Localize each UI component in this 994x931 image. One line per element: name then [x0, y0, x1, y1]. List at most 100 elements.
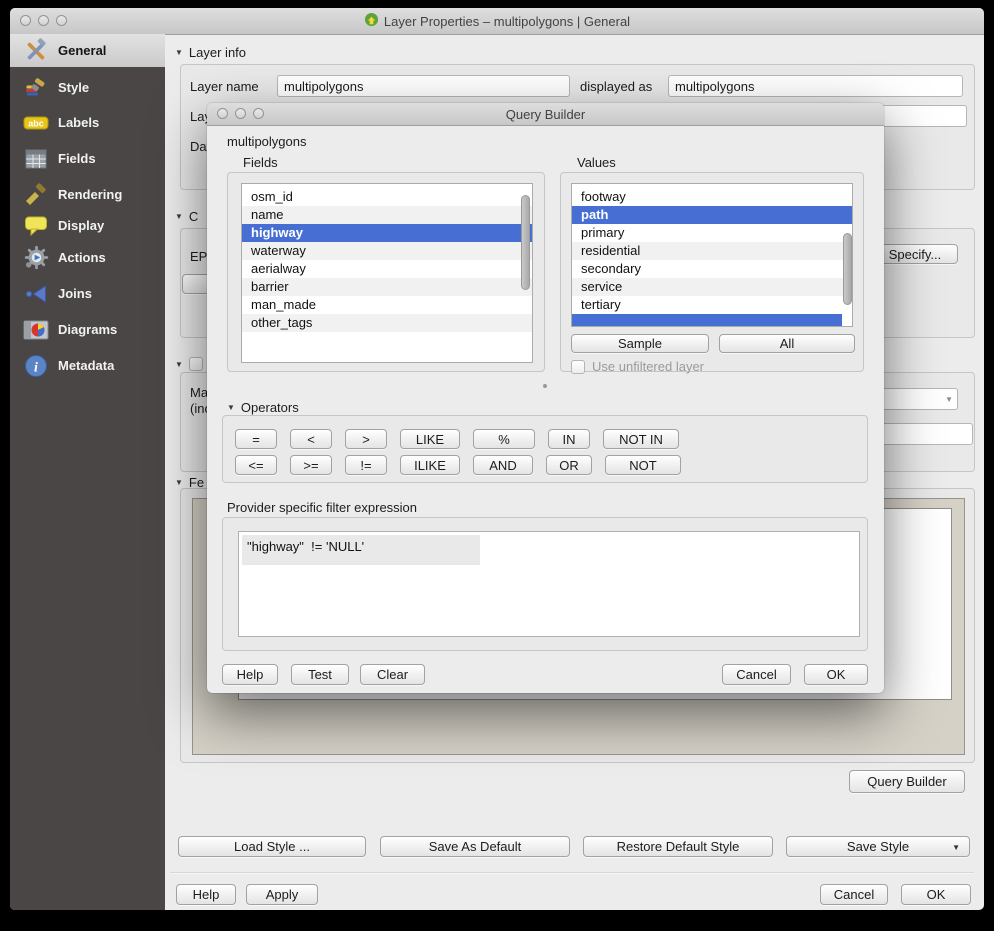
- help-button[interactable]: Help: [176, 884, 236, 905]
- save-as-default-button[interactable]: Save As Default: [380, 836, 570, 857]
- fields-scrollbar-thumb[interactable]: [521, 195, 530, 290]
- sidebar-item-display[interactable]: Display: [10, 209, 165, 242]
- crs-header[interactable]: ▼ C: [175, 209, 198, 224]
- query-builder-titlebar[interactable]: Query Builder: [207, 103, 884, 126]
- qb-test-button[interactable]: Test: [291, 664, 349, 685]
- operator-button-not[interactable]: NOT: [605, 455, 681, 475]
- values-scrollbar-thumb[interactable]: [843, 233, 852, 305]
- fields-scrollbar[interactable]: [520, 185, 531, 361]
- sidebar-item-label: Actions: [58, 250, 106, 265]
- list-item-other_tags[interactable]: other_tags: [242, 314, 532, 332]
- ok-button[interactable]: OK: [901, 884, 971, 905]
- close-button[interactable]: [217, 108, 228, 119]
- zoom-button[interactable]: [253, 108, 264, 119]
- query-builder-button[interactable]: Query Builder: [849, 770, 965, 793]
- qb-cancel-button[interactable]: Cancel: [722, 664, 791, 685]
- operator-button-or[interactable]: OR: [546, 455, 592, 475]
- operator-button-and[interactable]: AND: [473, 455, 533, 475]
- qb-help-button[interactable]: Help: [222, 664, 278, 685]
- operators-header-label: Operators: [241, 400, 299, 415]
- sidebar-item-label: Joins: [58, 286, 92, 301]
- operators-row-1: = < > LIKE% IN NOT IN: [235, 429, 679, 449]
- list-item-secondary[interactable]: secondary: [572, 260, 852, 278]
- qb-ok-button-label: OK: [827, 667, 846, 682]
- sidebar-item-rendering[interactable]: Rendering: [10, 178, 165, 211]
- list-item-aerialway[interactable]: aerialway: [242, 260, 532, 278]
- sidebar-item-style[interactable]: Style: [10, 71, 165, 104]
- close-button[interactable]: [20, 15, 31, 26]
- sidebar-item-label: Display: [58, 218, 104, 233]
- filter-groupbox: "highway" != 'NULL': [222, 517, 868, 651]
- operator-button-<=[interactable]: <=: [235, 455, 277, 475]
- operator-button-=[interactable]: =: [235, 429, 277, 449]
- splitter-handle[interactable]: [543, 384, 547, 388]
- values-label: Values: [577, 155, 616, 170]
- list-item-name[interactable]: name: [242, 206, 532, 224]
- list-item-barrier[interactable]: barrier: [242, 278, 532, 296]
- list-item-man_made[interactable]: man_made: [242, 296, 532, 314]
- sample-button[interactable]: Sample: [571, 334, 709, 353]
- sidebar-item-diagrams[interactable]: Diagrams: [10, 313, 165, 346]
- sidebar-item-actions[interactable]: Actions: [10, 241, 165, 274]
- sidebar-item-joins[interactable]: Joins: [10, 277, 165, 310]
- fields-groupbox: osm_idnamehighwaywaterwayaerialwaybarrie…: [227, 172, 545, 372]
- list-item-primary[interactable]: primary: [572, 224, 852, 242]
- main-window-title-text: Layer Properties – multipolygons | Gener…: [384, 14, 630, 29]
- query-builder-title-text: Query Builder: [506, 107, 585, 122]
- list-item-residential[interactable]: residential: [572, 242, 852, 260]
- displayed-as-input[interactable]: [668, 75, 963, 97]
- operator-button-in[interactable]: IN: [548, 429, 590, 449]
- qb-clear-button[interactable]: Clear: [360, 664, 425, 685]
- list-item-osm_id[interactable]: osm_id: [242, 188, 532, 206]
- specify-crs-button[interactable]: Specify...: [872, 244, 958, 264]
- load-style-button[interactable]: Load Style ...: [178, 836, 366, 857]
- values-partial-selected-row[interactable]: [572, 314, 842, 326]
- list-item-footway[interactable]: footway: [572, 188, 852, 206]
- cancel-button[interactable]: Cancel: [820, 884, 888, 905]
- list-item-path[interactable]: path: [572, 206, 852, 224]
- list-item-service[interactable]: service: [572, 278, 852, 296]
- apply-button[interactable]: Apply: [246, 884, 318, 905]
- bottom-divider: [170, 872, 974, 874]
- list-item-tertiary[interactable]: tertiary: [572, 296, 852, 314]
- table-icon: [22, 146, 50, 172]
- sidebar: General Style abcLabelsFieldsRendering Disp…: [10, 34, 165, 910]
- operator-button-<[interactable]: <: [290, 429, 332, 449]
- layer-name-input[interactable]: [277, 75, 570, 97]
- speech-bubble-icon: [22, 213, 50, 239]
- layer-info-header[interactable]: ▼ Layer info: [175, 45, 246, 60]
- use-unfiltered-checkbox[interactable]: [571, 360, 585, 374]
- sidebar-item-metadata[interactable]: iMetadata: [10, 349, 165, 382]
- minimize-button[interactable]: [38, 15, 49, 26]
- operator-button->=[interactable]: >=: [290, 455, 332, 475]
- operators-header[interactable]: ▼ Operators: [227, 400, 299, 415]
- main-window-title: Layer Properties – multipolygons | Gener…: [364, 12, 630, 30]
- join-arrow-icon: [22, 281, 50, 307]
- sidebar-item-fields[interactable]: Fields: [10, 142, 165, 175]
- minimize-button[interactable]: [235, 108, 246, 119]
- query-builder-dialog: Query Builder multipolygons Fields Value…: [207, 103, 884, 693]
- all-button[interactable]: All: [719, 334, 855, 353]
- filter-expression-textarea[interactable]: "highway" != 'NULL': [238, 531, 860, 637]
- list-item-waterway[interactable]: waterway: [242, 242, 532, 260]
- operator-button-like[interactable]: LIKE: [400, 429, 460, 449]
- operator-button-%[interactable]: %: [473, 429, 535, 449]
- zoom-button[interactable]: [56, 15, 67, 26]
- values-scrollbar[interactable]: [842, 185, 853, 325]
- operator-button->[interactable]: >: [345, 429, 387, 449]
- sidebar-item-general[interactable]: General: [10, 34, 165, 67]
- operator-button-!=[interactable]: !=: [345, 455, 387, 475]
- operator-button-ilike[interactable]: ILIKE: [400, 455, 460, 475]
- main-titlebar[interactable]: Layer Properties – multipolygons | Gener…: [10, 8, 984, 35]
- sidebar-item-label: Style: [58, 80, 89, 95]
- operator-button-not-in[interactable]: NOT IN: [603, 429, 679, 449]
- qb-ok-button[interactable]: OK: [804, 664, 868, 685]
- save-style-button[interactable]: Save Style ▼: [786, 836, 970, 857]
- sidebar-item-labels[interactable]: abcLabels: [10, 106, 165, 139]
- list-item-highway[interactable]: highway: [242, 224, 532, 242]
- scale-visibility-header[interactable]: ▼: [175, 357, 203, 371]
- restore-default-style-button[interactable]: Restore Default Style: [583, 836, 773, 857]
- scale-visibility-checkbox[interactable]: [189, 357, 203, 371]
- collapse-arrow-icon: ▼: [175, 48, 183, 57]
- use-unfiltered-row: Use unfiltered layer: [571, 359, 704, 374]
